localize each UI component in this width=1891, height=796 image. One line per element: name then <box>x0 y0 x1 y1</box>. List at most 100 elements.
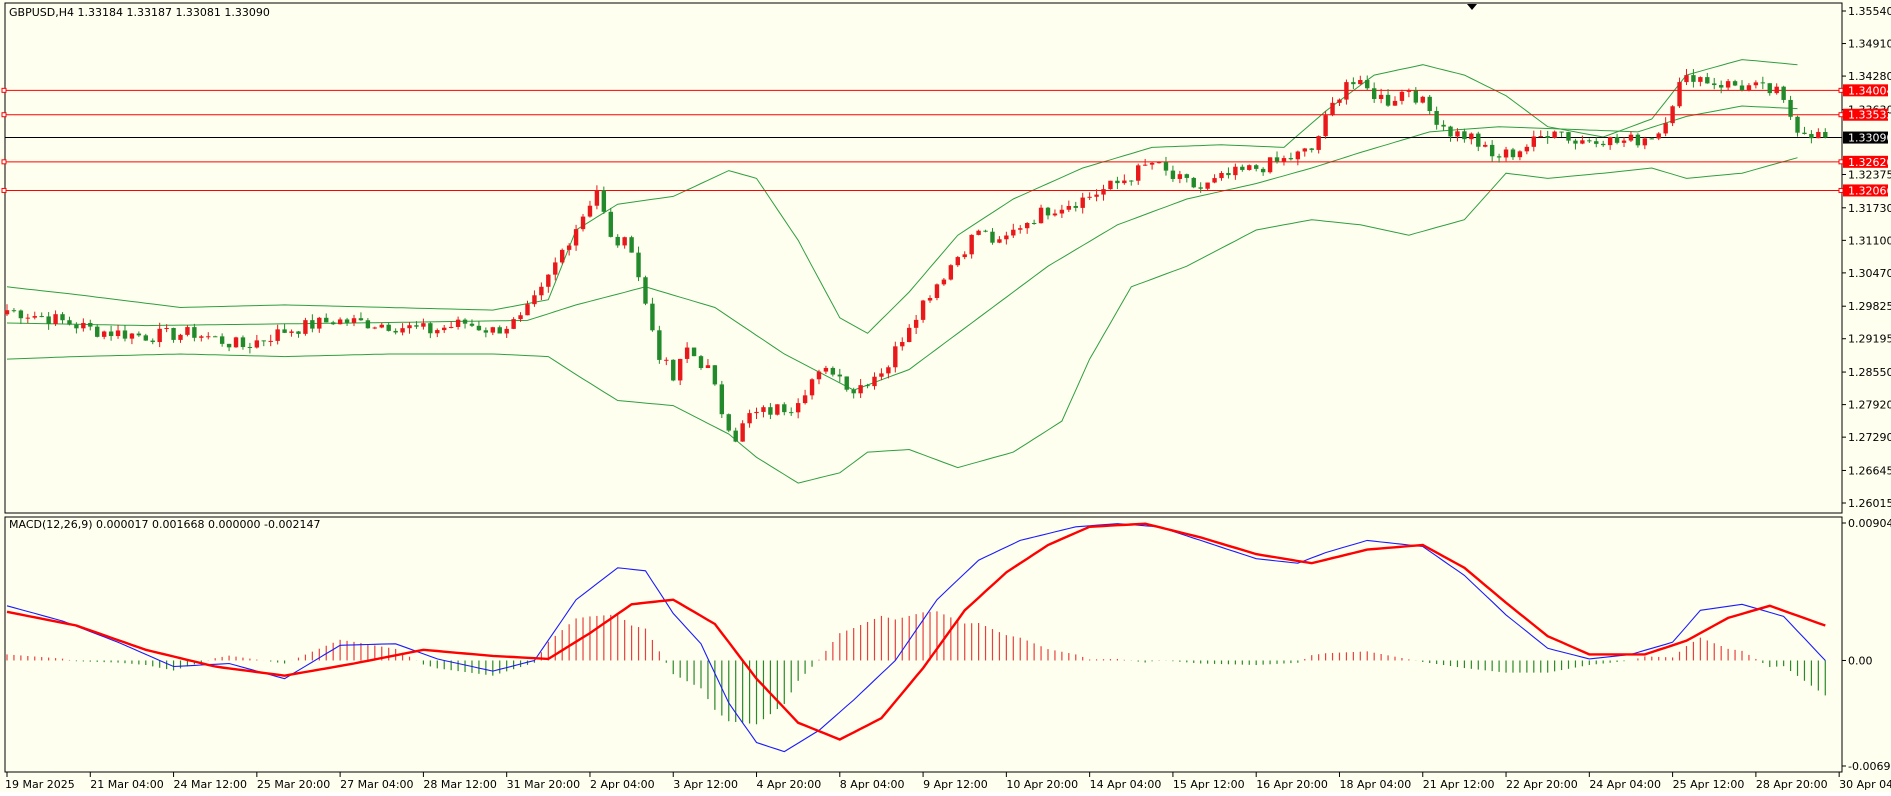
candle-body <box>782 404 787 413</box>
candle-body <box>615 236 620 246</box>
candle-body <box>969 234 974 255</box>
time-axis-label: 15 Apr 12:00 <box>1173 778 1245 791</box>
candle-body <box>546 274 551 287</box>
candle-body <box>115 330 121 337</box>
candle-body <box>1302 148 1307 152</box>
candle-body <box>1066 205 1072 210</box>
candle-body <box>1205 182 1210 189</box>
candle-body <box>1177 174 1183 179</box>
candle-body <box>25 317 31 319</box>
candle-body <box>46 316 51 324</box>
candle-body <box>74 324 79 329</box>
candle-body <box>789 412 794 414</box>
candle-body <box>11 310 17 312</box>
macd-panel-title: MACD(12,26,9) 0.000017 0.001668 0.000000… <box>9 518 320 531</box>
level-handle-left[interactable] <box>1 159 7 165</box>
level-handle-right[interactable] <box>1838 112 1844 118</box>
candle-body <box>213 336 218 338</box>
candle-body <box>1129 180 1134 182</box>
level-handle-left[interactable] <box>1 87 7 93</box>
candle-body <box>525 304 530 316</box>
candle-body <box>1573 140 1578 144</box>
time-axis-label: 2 Apr 04:00 <box>590 778 655 791</box>
candle-body <box>1371 88 1377 99</box>
time-axis-label: 10 Apr 20:00 <box>1006 778 1078 791</box>
macd-axis-label: 0.009048 <box>1848 517 1891 530</box>
candle-body <box>539 286 544 296</box>
candle-body <box>816 371 822 380</box>
candle-body <box>268 340 273 342</box>
candle-body <box>532 295 537 305</box>
candle-body <box>1240 166 1245 170</box>
price-axis-label: 1.29195 <box>1848 333 1891 346</box>
candle-body <box>1011 229 1016 236</box>
candle-body <box>1219 173 1224 179</box>
candle-body <box>941 279 947 285</box>
candle-body <box>1344 82 1349 100</box>
candle-body <box>560 249 565 263</box>
candle-body <box>1781 86 1786 100</box>
candle-body <box>1142 164 1148 166</box>
time-axis-label: 28 Mar 12:00 <box>423 778 496 791</box>
candle-body <box>1045 207 1051 216</box>
candle-body <box>566 245 572 250</box>
price-axis-label: 1.29825 <box>1848 300 1891 313</box>
candle-body <box>1663 123 1668 134</box>
candle-body <box>726 414 731 431</box>
candle-body <box>823 367 829 372</box>
level-handle-right[interactable] <box>1838 159 1844 165</box>
candle-body <box>407 325 412 329</box>
candle-body <box>1677 82 1682 107</box>
candle-body <box>622 237 627 246</box>
candle-body <box>802 395 808 404</box>
candle-body <box>1163 162 1169 171</box>
level-handle-right[interactable] <box>1838 87 1844 93</box>
level-handle-right[interactable] <box>1838 187 1844 193</box>
price-axis-label: 1.34280 <box>1848 70 1891 83</box>
time-axis-label: 30 Apr 04:00 <box>1839 778 1891 791</box>
candle-body <box>1198 187 1203 189</box>
candle-body <box>1136 165 1141 181</box>
candle-body <box>677 358 683 381</box>
candle-body <box>108 331 114 337</box>
candle-body <box>1469 133 1474 140</box>
level-handle-left[interactable] <box>1 187 7 193</box>
candle-body <box>344 319 350 323</box>
candle-body <box>317 317 322 329</box>
candle-body <box>927 297 933 301</box>
candle-body <box>698 356 704 369</box>
candle-body <box>358 318 364 321</box>
candle-body <box>1427 96 1432 111</box>
candle-body <box>1212 178 1217 183</box>
candle-body <box>608 211 613 237</box>
candle-body <box>1024 223 1030 229</box>
candle-body <box>101 331 107 337</box>
candle-body <box>136 333 142 336</box>
candle-body <box>330 322 336 325</box>
candle-body <box>1170 170 1176 179</box>
candle-body <box>650 303 655 331</box>
price-axis-label: 1.26015 <box>1848 497 1891 510</box>
candle-body <box>900 342 905 347</box>
time-axis-label: 9 Apr 12:00 <box>923 778 988 791</box>
candle-body <box>1323 115 1328 137</box>
time-axis-label: 25 Mar 20:00 <box>257 778 330 791</box>
candle-body <box>1531 136 1536 147</box>
candle-body <box>178 334 183 340</box>
candle-body <box>1378 94 1384 99</box>
candle-body <box>1004 235 1009 240</box>
candle-body <box>1621 140 1627 143</box>
candle-body <box>1517 151 1523 158</box>
candle-body <box>747 413 752 424</box>
chart-window: GBPUSD,H4 1.33184 1.33187 1.33081 1.3309… <box>0 0 1891 792</box>
candle-body <box>1399 91 1405 101</box>
candle-body <box>934 284 940 298</box>
candle-body <box>962 254 967 258</box>
time-axis-label: 27 Mar 04:00 <box>340 778 413 791</box>
candle-body <box>1795 116 1800 133</box>
candle-body <box>143 335 148 341</box>
level-handle-left[interactable] <box>1 112 7 118</box>
candle-body <box>893 346 898 368</box>
candle-body <box>1809 133 1814 139</box>
candle-body <box>705 365 711 369</box>
